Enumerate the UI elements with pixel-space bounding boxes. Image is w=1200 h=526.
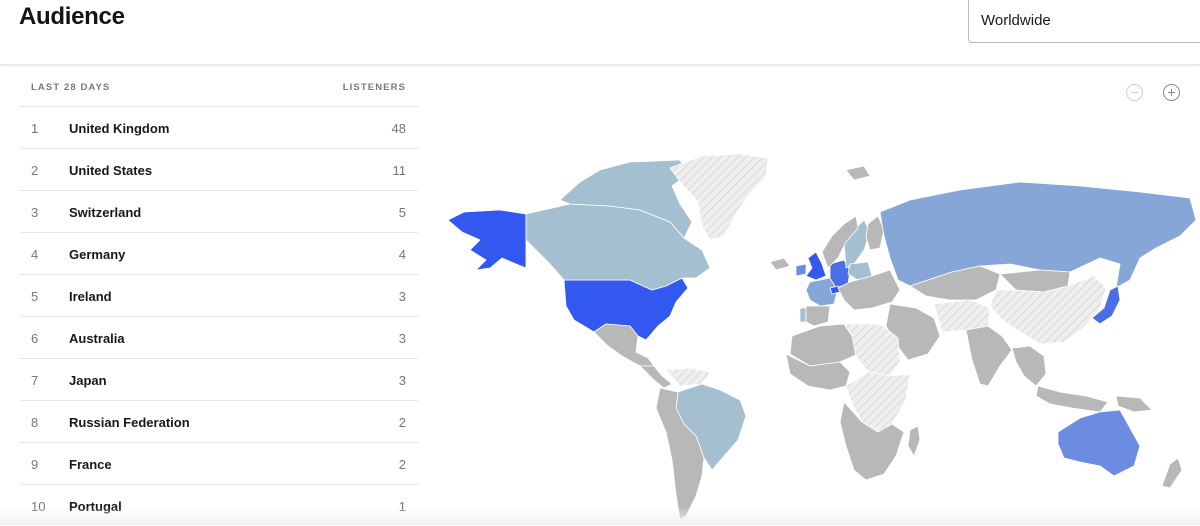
row-country: France xyxy=(69,457,112,472)
row-rank: 2 xyxy=(31,163,39,178)
map-region-ireland[interactable] xyxy=(795,263,807,277)
zoom-in-button[interactable] xyxy=(1163,84,1180,101)
row-rank: 9 xyxy=(31,457,39,472)
row-rank: 6 xyxy=(31,331,39,346)
row-listeners: 3 xyxy=(398,331,406,346)
row-listeners: 11 xyxy=(392,163,407,178)
page-title: Audience xyxy=(19,3,125,30)
table-row[interactable]: 10 Portugal 1 xyxy=(20,485,418,526)
listeners-column-header: LISTENERS xyxy=(342,82,406,93)
row-country: United Kingdom xyxy=(69,121,170,136)
period-column-header: LAST 28 DAYS xyxy=(31,82,111,93)
table-header: LAST 28 DAYS LISTENERS xyxy=(20,66,418,107)
row-country: Australia xyxy=(69,331,125,346)
table-row[interactable]: 3 Switzerland 5 xyxy=(20,191,418,233)
map-region-iceland[interactable] xyxy=(769,257,791,271)
row-listeners: 3 xyxy=(398,289,406,304)
zoom-out-button[interactable] xyxy=(1126,84,1143,101)
row-rank: 5 xyxy=(31,289,39,304)
row-country: Japan xyxy=(69,373,107,388)
map-region-australia[interactable] xyxy=(1057,409,1141,477)
map-region-indonesia[interactable] xyxy=(1035,385,1109,413)
row-rank: 1 xyxy=(31,121,39,136)
row-rank: 7 xyxy=(31,373,39,388)
table-row[interactable]: 6 Australia 3 xyxy=(20,317,418,359)
map-region-venezuela[interactable] xyxy=(665,367,711,387)
row-listeners: 48 xyxy=(391,121,406,136)
page-header: Audience Worldwide xyxy=(0,0,1200,66)
table-row[interactable]: 2 United States 11 xyxy=(20,149,418,191)
table-row[interactable]: 8 Russian Federation 2 xyxy=(20,401,418,443)
map-region-papua-new-guinea[interactable] xyxy=(1115,395,1153,413)
row-country: Ireland xyxy=(69,289,112,304)
row-country: United States xyxy=(69,163,153,178)
map-region-india[interactable] xyxy=(965,325,1013,387)
map-region-svalbard[interactable] xyxy=(845,165,871,181)
map-region-central-america[interactable] xyxy=(639,365,673,389)
row-rank: 10 xyxy=(31,499,46,514)
map-region-new-zealand[interactable] xyxy=(1161,457,1183,489)
map-region-southeast-asia[interactable] xyxy=(1011,345,1047,387)
world-map[interactable] xyxy=(440,140,1200,525)
region-selector-dropdown[interactable]: Worldwide xyxy=(968,0,1200,43)
map-region-alaska[interactable] xyxy=(447,209,527,271)
region-selector-value: Worldwide xyxy=(981,12,1051,29)
row-country: Russian Federation xyxy=(69,415,190,430)
row-listeners: 1 xyxy=(398,499,406,514)
table-row[interactable]: 4 Germany 4 xyxy=(20,233,418,275)
row-listeners: 3 xyxy=(398,373,406,388)
map-region-united-kingdom[interactable] xyxy=(805,251,827,281)
table-row[interactable]: 5 Ireland 3 xyxy=(20,275,418,317)
map-region-spain[interactable] xyxy=(805,305,831,327)
table-row[interactable]: 7 Japan 3 xyxy=(20,359,418,401)
row-listeners: 2 xyxy=(398,415,406,430)
top-countries-table: LAST 28 DAYS LISTENERS 1 United Kingdom 48… xyxy=(20,66,418,526)
row-listeners: 4 xyxy=(398,247,406,262)
row-country: Germany xyxy=(69,247,126,262)
row-listeners: 2 xyxy=(398,457,406,472)
row-rank: 3 xyxy=(31,205,39,220)
row-rank: 8 xyxy=(31,415,39,430)
table-row[interactable]: 1 United Kingdom 48 xyxy=(20,107,418,149)
row-rank: 4 xyxy=(31,247,39,262)
map-region-madagascar[interactable] xyxy=(907,425,921,457)
row-listeners: 5 xyxy=(398,205,406,220)
map-region-portugal[interactable] xyxy=(799,307,807,323)
table-row[interactable]: 9 France 2 xyxy=(20,443,418,485)
row-country: Portugal xyxy=(69,499,122,514)
row-country: Switzerland xyxy=(69,205,142,220)
